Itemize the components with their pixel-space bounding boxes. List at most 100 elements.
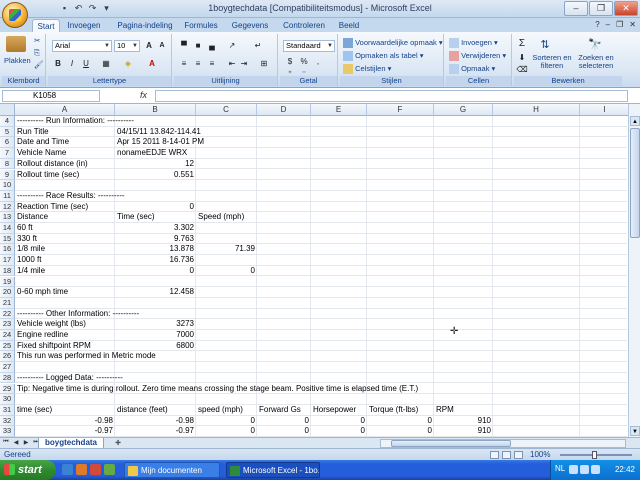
cell-a8[interactable]: Rollout distance (in) <box>15 159 115 170</box>
insert-function-button[interactable]: fx <box>140 90 147 100</box>
row-header[interactable]: 24 <box>0 330 15 341</box>
delete-cells-button[interactable]: Verwijderen ▾ <box>449 51 506 62</box>
zoom-slider-knob[interactable] <box>592 451 597 459</box>
row-header[interactable]: 8 <box>0 158 15 170</box>
zoom-level[interactable]: 100% <box>530 450 550 459</box>
align-right-icon[interactable]: ≡ <box>206 58 218 70</box>
cell-b24[interactable]: 7000 <box>115 330 196 341</box>
cell-a24[interactable]: Engine redline <box>15 330 115 341</box>
column-header[interactable]: A <box>15 104 115 116</box>
borders-icon[interactable]: ▦ <box>100 58 112 70</box>
cell-a13[interactable]: Distance <box>15 212 115 223</box>
font-size-combo[interactable]: 10 ▼ <box>114 40 140 52</box>
cell-c13[interactable]: Speed (mph) <box>196 212 257 223</box>
cell-styles-button[interactable]: Celstijlen ▾ <box>343 64 391 75</box>
cell-a15[interactable]: 330 ft <box>15 234 115 245</box>
column-header[interactable]: H <box>493 104 580 116</box>
shrink-font-icon[interactable]: A <box>156 40 168 52</box>
first-sheet-icon[interactable]: ⏮ <box>2 439 10 446</box>
copy-icon[interactable]: ⎘ <box>34 48 40 58</box>
row-header[interactable]: 19 <box>0 276 15 288</box>
cell-e31[interactable]: Horsepower <box>311 405 367 416</box>
cell-a29[interactable]: Tip: Negative time is during rollout. Ze… <box>15 384 418 395</box>
tab-controleren[interactable]: Controleren <box>280 19 328 32</box>
fill-icon[interactable]: ⬇ <box>516 52 528 64</box>
cell-c32[interactable]: 0 <box>196 416 257 427</box>
wb-close-icon[interactable]: ✕ <box>629 20 636 29</box>
align-left-icon[interactable]: ≡ <box>178 58 190 70</box>
paste-icon[interactable] <box>6 36 26 52</box>
format-painter-icon[interactable]: 🖌 <box>34 60 44 69</box>
row-header[interactable]: 28 <box>0 372 15 384</box>
conditional-formatting-button[interactable]: Voorwaardelijke opmaak ▾ <box>343 38 443 49</box>
cell-a12[interactable]: Reaction Time (sec) <box>15 202 115 213</box>
cell-d32[interactable]: 0 <box>257 416 311 427</box>
decrease-indent-icon[interactable]: ⇤ <box>226 58 238 70</box>
cell-a25[interactable]: Fixed shiftpoint RPM <box>15 341 115 352</box>
cell-a18[interactable]: 1/4 mile <box>15 266 115 277</box>
cell-e33[interactable]: 0 <box>311 426 367 437</box>
cell-f31[interactable]: Torque (ft-lbs) <box>367 405 434 416</box>
column-header[interactable]: E <box>311 104 367 116</box>
cell-e32[interactable]: 0 <box>311 416 367 427</box>
paste-button[interactable]: Plakken <box>4 56 31 65</box>
insert-sheet-icon[interactable]: ✚ <box>112 439 124 448</box>
cell-b13[interactable]: Time (sec) <box>115 212 196 223</box>
name-box[interactable]: K1058 <box>2 90 100 102</box>
column-header[interactable]: G <box>434 104 493 116</box>
row-header[interactable]: 18 <box>0 265 15 277</box>
vertical-scrollbar[interactable]: ▲ ▼ <box>628 104 640 437</box>
cell-a22[interactable]: ---------- Other Information: ---------- <box>15 309 139 320</box>
cell-a26[interactable]: This run was performed in Metric mode <box>15 351 156 362</box>
cell-a5[interactable]: Run Title <box>15 127 115 138</box>
row-header[interactable]: 31 <box>0 404 15 416</box>
cell-a20[interactable]: 0-60 mph time <box>15 287 115 298</box>
cell-b9[interactable]: 0.551 <box>115 170 196 181</box>
row-header[interactable]: 6 <box>0 137 15 149</box>
column-header[interactable]: D <box>257 104 311 116</box>
cell-a16[interactable]: 1/8 mile <box>15 244 115 255</box>
cell-b25[interactable]: 6800 <box>115 341 196 352</box>
row-header[interactable]: 33 <box>0 426 15 437</box>
row-header[interactable]: 14 <box>0 223 15 234</box>
minimize-button[interactable]: – <box>564 1 588 16</box>
tab-invoegen[interactable]: Invoegen <box>64 19 104 32</box>
row-header[interactable]: 13 <box>0 212 15 223</box>
scroll-down-icon[interactable]: ▼ <box>630 426 640 436</box>
app2-icon[interactable] <box>104 464 115 475</box>
row-header[interactable]: 9 <box>0 169 15 181</box>
row-header[interactable]: 12 <box>0 201 15 213</box>
fill-color-icon[interactable]: ◈ <box>122 58 134 70</box>
cell-g31[interactable]: RPM <box>434 405 493 416</box>
sort-filter-button[interactable]: Sorteren en filteren <box>530 54 574 70</box>
horizontal-scroll-thumb[interactable] <box>391 440 511 447</box>
cell-c16[interactable]: 71.39 <box>196 244 257 255</box>
normal-view-icon[interactable] <box>490 451 499 459</box>
row-header[interactable]: 16 <box>0 244 15 256</box>
underline-button[interactable]: U <box>80 58 92 70</box>
font-name-combo[interactable]: Arial ▼ <box>52 40 112 52</box>
tray-icon[interactable] <box>580 465 589 474</box>
align-center-icon[interactable]: ≡ <box>192 58 204 70</box>
row-header[interactable]: 10 <box>0 180 15 191</box>
cell-a33[interactable]: -0.97 <box>15 426 115 437</box>
tab-start[interactable]: Start <box>32 19 60 32</box>
row-header[interactable]: 7 <box>0 148 15 159</box>
cell-b23[interactable]: 3273 <box>115 319 196 330</box>
bold-button[interactable]: B <box>52 58 64 70</box>
cell-a9[interactable]: Rollout time (sec) <box>15 170 115 181</box>
cell-a14[interactable]: 60 ft <box>15 223 115 234</box>
taskbar-item-documents[interactable]: Mijn documenten <box>124 462 220 478</box>
row-header[interactable]: 23 <box>0 319 15 330</box>
increase-indent-icon[interactable]: ⇥ <box>238 58 250 70</box>
cell-a32[interactable]: -0.98 <box>15 416 115 427</box>
cell-b31[interactable]: distance (feet) <box>115 405 196 416</box>
cell-b5[interactable]: 04/15/11 13.842-114.41 <box>115 127 201 138</box>
scroll-up-icon[interactable]: ▲ <box>630 116 640 126</box>
tab-formules[interactable]: Formules <box>183 19 219 32</box>
prev-sheet-icon[interactable]: ◀ <box>12 439 20 446</box>
row-header[interactable]: 30 <box>0 394 15 405</box>
cell-c18[interactable]: 0 <box>196 266 257 277</box>
format-cells-button[interactable]: Opmaak ▾ <box>449 64 495 75</box>
cell-b8[interactable]: 12 <box>115 159 196 170</box>
